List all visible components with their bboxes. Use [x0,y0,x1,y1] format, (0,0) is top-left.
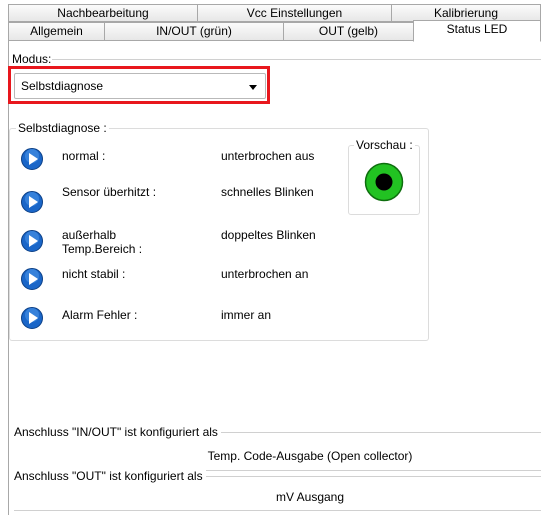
anschluss-out-title: Anschluss "OUT" ist konfiguriert als [14,469,206,483]
row-sensor-value: schnelles Blinken [221,185,314,199]
modus-divider [52,59,541,60]
row-alarm-value: immer an [221,308,272,322]
row-alarm-label: Alarm Fehler : [62,308,138,322]
status-led-icon [364,162,404,202]
modus-label: Modus: [12,52,52,66]
tab-in-out-gruen[interactable]: IN/OUT (grün) [104,22,284,41]
tab-out-gelb[interactable]: OUT (gelb) [283,22,414,41]
row-nicht-stabil-label: nicht stabil : [62,267,126,281]
tab-nachbearbeitung[interactable]: Nachbearbeitung [8,4,198,22]
anschluss-inout-title: Anschluss "IN/OUT" ist konfiguriert als [14,425,221,439]
row-normal-value: unterbrochen aus [221,149,315,163]
tab-status-led[interactable]: Status LED [413,20,541,42]
vorschau-title: Vorschau : [354,138,415,152]
row-ausserhalb-label: außerhalb Temp.Bereich : [62,228,143,256]
play-icon[interactable] [21,268,43,290]
row-ausserhalb-value: doppeltes Blinken [221,228,316,242]
tab-allgemein[interactable]: Allgemein [8,22,105,41]
play-icon[interactable] [21,148,43,170]
bottom-divider [14,510,541,511]
tab-vcc-einstellungen[interactable]: Vcc Einstellungen [197,4,392,22]
play-icon[interactable] [21,191,43,213]
row-normal-label: normal : [62,149,106,163]
anschluss-inout-value: Temp. Code-Ausgabe (Open collector) [207,449,413,463]
selbstdiagnose-title: Selbstdiagnose : [16,121,109,135]
play-icon[interactable] [21,230,43,252]
highlight-box [8,66,270,104]
anschluss-out-value: mV Ausgang [275,490,345,504]
row-sensor-label: Sensor überhitzt : [62,185,157,199]
play-icon[interactable] [21,307,43,329]
row-nicht-stabil-value: unterbrochen an [221,267,309,281]
